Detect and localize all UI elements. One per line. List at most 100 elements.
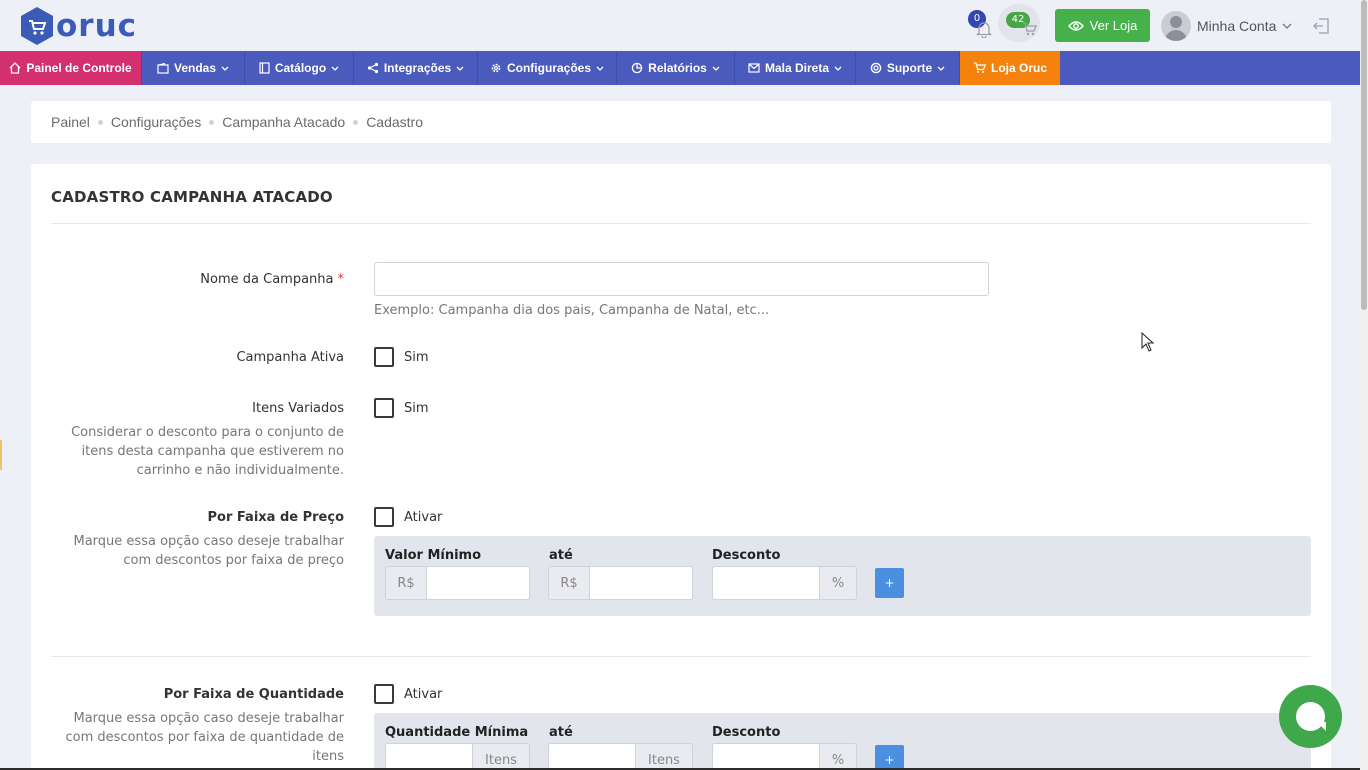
checkbox-box[interactable] (374, 507, 394, 527)
currency-addon: R$ (548, 566, 590, 600)
add-price-range-button[interactable]: + (875, 568, 904, 598)
qty-range-checkbox[interactable]: Ativar (374, 684, 442, 704)
price-range-description: Marque essa opção caso deseje trabalhar … (73, 534, 345, 568)
chat-bubble-icon (1317, 722, 1326, 731)
chevron-down-icon (221, 66, 229, 71)
campaign-form-card: CADASTRO CAMPANHA ATACADO Nome da Campan… (31, 164, 1331, 770)
breadcrumb-link-painel[interactable]: Painel (51, 114, 90, 130)
percent-addon: % (820, 566, 857, 600)
cart-icon (1023, 22, 1037, 36)
max-value-input[interactable] (590, 566, 693, 600)
page-title: CADASTRO CAMPANHA ATACADO (51, 188, 333, 206)
chevron-down-icon (331, 66, 339, 71)
qty-range-description: Marque essa opção caso deseje trabalhar … (65, 711, 344, 764)
book-icon (259, 62, 270, 74)
chevron-down-icon (596, 66, 604, 71)
nav-label: Suporte (886, 61, 933, 75)
nav-label: Integrações (383, 61, 452, 75)
add-qty-range-button[interactable]: + (875, 745, 904, 770)
breadcrumb-separator (353, 119, 359, 125)
checkbox-box[interactable] (374, 347, 394, 367)
required-mark: * (337, 272, 345, 287)
nav-item-catalogo[interactable]: Catálogo (245, 51, 354, 85)
breadcrumb-link-campanha-atacado[interactable]: Campanha Atacado (222, 114, 345, 130)
nav-label: Mala Direta (764, 61, 830, 75)
nav-item-mala-direta[interactable]: Mala Direta (735, 51, 856, 85)
nav-label: Painel de Controle (26, 61, 132, 75)
nav-item-vendas[interactable]: Vendas (142, 51, 245, 85)
nav-item-painel[interactable]: Painel de Controle (0, 51, 142, 85)
left-edge-marker (0, 440, 2, 470)
price-range-box: Valor Mínimo até Desconto R$ R$ % + (374, 536, 1311, 616)
bell-icon (976, 22, 992, 38)
breadcrumb-current: Cadastro (366, 114, 423, 130)
checkbox-label: Sim (404, 349, 429, 365)
chevron-down-icon (834, 66, 842, 71)
top-header: oruc 0 42 Ver Loja Minha Conta (0, 0, 1360, 51)
chevron-down-icon (456, 66, 464, 71)
breadcrumb: Painel Configurações Campanha Atacado Ca… (31, 101, 1331, 143)
col-discount: Desconto (712, 548, 781, 563)
mouse-cursor-icon (1141, 332, 1155, 352)
varied-items-description: Considerar o desconto para o conjunto de… (71, 425, 344, 478)
account-label: Minha Conta (1197, 18, 1277, 34)
nav-label: Catálogo (274, 61, 327, 75)
min-value-input[interactable] (427, 566, 530, 600)
scrollbar-thumb[interactable] (1361, 0, 1367, 310)
col-min-qty: Quantidade Mínima (385, 725, 529, 740)
checkbox-box[interactable] (374, 398, 394, 418)
items-addon: Itens (473, 743, 530, 770)
cart-button[interactable]: 42 (998, 4, 1040, 42)
min-qty-input[interactable] (385, 743, 473, 770)
col-min-value: Valor Mínimo (385, 548, 482, 563)
notifications-button[interactable]: 0 (968, 10, 996, 40)
breadcrumb-separator (209, 119, 215, 125)
campaign-name-label: Nome da Campanha * (200, 272, 344, 287)
logout-icon[interactable] (1312, 17, 1330, 35)
main-nav: Painel de Controle Vendas Catálogo Integ… (0, 51, 1360, 85)
breadcrumb-link-configuracoes[interactable]: Configurações (111, 114, 201, 130)
checkbox-label: Ativar (404, 686, 443, 702)
eye-icon (1067, 20, 1084, 31)
varied-items-label: Itens Variados (252, 401, 344, 416)
min-value-group: R$ (385, 566, 530, 600)
wallet-icon (157, 62, 169, 74)
view-store-button[interactable]: Ver Loja (1055, 9, 1150, 42)
min-qty-group: Itens (385, 743, 530, 770)
page-scrollbar[interactable] (1360, 0, 1368, 770)
checkbox-label: Ativar (404, 509, 443, 525)
col-to: até (549, 548, 573, 563)
chat-button[interactable] (1279, 685, 1342, 748)
logo-text: oruc (56, 8, 138, 44)
breadcrumb-separator (97, 119, 103, 125)
nav-item-integracoes[interactable]: Integrações (354, 51, 478, 85)
nav-item-suporte[interactable]: Suporte (856, 51, 960, 85)
account-menu[interactable]: Minha Conta (1161, 11, 1292, 41)
avatar (1161, 11, 1191, 41)
nav-item-relatorios[interactable]: Relatórios (617, 51, 735, 85)
qty-discount-input[interactable] (712, 743, 820, 770)
campaign-active-label: Campanha Ativa (236, 350, 344, 365)
max-qty-input[interactable] (548, 743, 636, 770)
campaign-name-input[interactable] (374, 262, 989, 296)
nav-item-configuracoes[interactable]: Configurações (478, 51, 617, 85)
checkbox-box[interactable] (374, 684, 394, 704)
pie-icon (631, 62, 643, 74)
qty-range-box: Quantidade Mínima até Desconto Itens Ite… (374, 713, 1311, 770)
col-to: até (549, 725, 573, 740)
max-value-group: R$ (548, 566, 693, 600)
logo-hex-icon (21, 7, 53, 45)
nav-label: Vendas (173, 61, 217, 75)
divider (51, 223, 1311, 224)
view-store-label: Ver Loja (1089, 18, 1138, 33)
percent-addon: % (820, 743, 857, 770)
discount-input[interactable] (712, 566, 820, 600)
price-range-checkbox[interactable]: Ativar (374, 507, 442, 527)
home-icon (9, 62, 21, 74)
varied-items-checkbox[interactable]: Sim (374, 398, 429, 418)
nav-item-loja-oruc[interactable]: Loja Oruc (960, 51, 1060, 85)
campaign-active-checkbox[interactable]: Sim (374, 347, 429, 367)
nav-label: Configurações (506, 61, 591, 75)
lifebuoy-icon (870, 62, 882, 74)
brand-logo[interactable]: oruc (20, 6, 137, 46)
